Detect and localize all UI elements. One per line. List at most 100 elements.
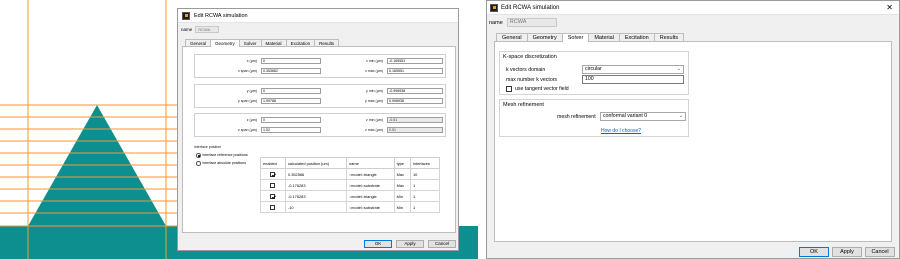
- use-tangent-vector-field-checkbox[interactable]: use tangent vector field: [506, 86, 569, 92]
- enabled-checkbox[interactable]: [270, 193, 276, 199]
- title-bar[interactable]: Edit RCWA simulation ✕: [487, 1, 899, 15]
- z-min-field: -0.51: [387, 117, 443, 123]
- name-field[interactable]: RCWA: [195, 26, 220, 33]
- checkbox-box: [506, 86, 512, 92]
- ok-button[interactable]: OK: [364, 240, 392, 248]
- cancel-button[interactable]: Cancel: [865, 247, 895, 257]
- kspace-section: K-space discretization k vectors domain …: [499, 51, 689, 95]
- x-max-label: x max (µm): [364, 69, 383, 73]
- apply-button[interactable]: Apply: [832, 247, 862, 257]
- radio-indicator: [196, 161, 201, 166]
- position-cell: -0.176283: [284, 179, 348, 191]
- z-max-label: z max (µm): [364, 128, 383, 132]
- table-row[interactable]: -0.176283 ::model::substrate Max 1: [260, 179, 441, 191]
- cancel-button[interactable]: Cancel: [428, 240, 456, 248]
- radio-interface-absolute[interactable]: interface absolute positions: [196, 161, 246, 166]
- table-row[interactable]: 0.352566 ::model::triangle Max 10: [260, 168, 441, 180]
- k-vectors-domain-select[interactable]: circular ⌄: [582, 65, 684, 74]
- mesh-refinement-label: mesh refinement: [557, 114, 596, 120]
- mesh-title: Mesh refinement: [503, 102, 544, 108]
- apply-button[interactable]: Apply: [396, 240, 424, 248]
- mesh-refinement-select[interactable]: conformal variant 0 ⌄: [600, 112, 686, 121]
- col-enabled[interactable]: enabled: [260, 157, 286, 169]
- x-group: x (µm) 0 x span (µm) 0.353662 x min (µm)…: [194, 54, 446, 78]
- tab-solver[interactable]: Solver: [561, 33, 590, 42]
- how-do-i-choose-link[interactable]: How do I choose?: [601, 128, 641, 134]
- title-bar[interactable]: Edit RCWA simulation: [178, 9, 458, 23]
- y-group: y (µm) 0 y span (µm) 1.99788 y min (µm) …: [194, 84, 446, 108]
- z-label: z (µm): [246, 118, 257, 122]
- desktop: Edit RCWA simulation name RCWA General G…: [0, 0, 900, 259]
- y-span-label: y span (µm): [237, 99, 257, 103]
- name-cell: ::model::substrate: [346, 201, 395, 213]
- y-min-field[interactable]: -0.998938: [387, 88, 443, 94]
- name-label: name: [489, 19, 503, 26]
- app-icon: [182, 11, 190, 20]
- interfaces-cell[interactable]: 1: [409, 201, 441, 213]
- k-vectors-domain-label: k vectors domain: [506, 67, 546, 73]
- z-group: z (µm) 0 z span (µm) 1.02 z min (µm) -0.…: [194, 113, 446, 137]
- type-cell: Max: [393, 168, 411, 180]
- col-calculated-position[interactable]: calculated position (um): [284, 157, 348, 169]
- enabled-checkbox[interactable]: [270, 171, 276, 177]
- x-field[interactable]: 0: [261, 58, 321, 64]
- table-row[interactable]: -0.176283 ::model::triangle Min 1: [260, 190, 441, 202]
- mesh-refinement-value: conformal variant 0: [603, 113, 648, 119]
- z-field[interactable]: 0: [261, 117, 321, 123]
- type-cell: Max: [393, 179, 411, 191]
- y-field[interactable]: 0: [261, 88, 321, 94]
- x-max-field[interactable]: 0.165551: [387, 68, 443, 74]
- close-icon[interactable]: ✕: [886, 1, 893, 15]
- name-field[interactable]: RCWA: [506, 18, 557, 27]
- name-row: name RCWA: [181, 26, 220, 33]
- name-cell: ::model::triangle: [346, 190, 395, 202]
- y-max-field[interactable]: 0.998938: [387, 98, 443, 104]
- col-name[interactable]: name: [346, 157, 395, 169]
- mesh-section: Mesh refinement mesh refinement conforma…: [499, 99, 689, 137]
- window-title: Edit RCWA simulation: [501, 4, 560, 11]
- enabled-checkbox[interactable]: [270, 204, 276, 210]
- position-cell: 0.352566: [284, 168, 348, 180]
- enabled-checkbox[interactable]: [270, 182, 276, 188]
- interfaces-cell[interactable]: 1: [409, 179, 441, 191]
- radio-label: interface absolute positions: [202, 161, 247, 166]
- chevron-down-icon: ⌄: [678, 113, 683, 119]
- edit-rcwa-dialog-geometry: Edit RCWA simulation name RCWA General G…: [177, 8, 459, 251]
- tab-geometry[interactable]: Geometry: [210, 39, 240, 47]
- z-max-field: 0.51: [387, 127, 443, 133]
- max-k-vectors-label: max number k vectors: [506, 77, 558, 83]
- y-label: y (µm): [246, 89, 257, 93]
- name-label: name: [181, 27, 193, 32]
- y-max-label: y max (µm): [364, 99, 383, 103]
- name-row: name RCWA: [489, 18, 557, 27]
- table-header-row: enabled calculated position (um) name ty…: [260, 157, 441, 169]
- x-span-label: x span (µm): [237, 69, 257, 73]
- x-span-field[interactable]: 0.353662: [261, 68, 321, 74]
- radio-label: interface reference positions: [202, 153, 248, 158]
- z-min-label: z min (µm): [365, 118, 383, 122]
- max-k-vectors-input[interactable]: 100: [582, 75, 684, 84]
- solver-panel: K-space discretization k vectors domain …: [494, 41, 892, 242]
- app-icon: [490, 3, 498, 12]
- checkbox-label: use tangent vector field: [515, 86, 569, 92]
- radio-interface-reference[interactable]: interface reference positions: [196, 153, 248, 158]
- interfaces-cell[interactable]: 1: [409, 190, 441, 202]
- radio-selected-indicator: [196, 153, 201, 158]
- y-span-field[interactable]: 1.99788: [261, 98, 321, 104]
- z-span-field[interactable]: 1.02: [261, 127, 321, 133]
- geometry-panel: x (µm) 0 x span (µm) 0.353662 x min (µm)…: [182, 46, 456, 233]
- chevron-down-icon: ⌄: [676, 66, 681, 72]
- col-type[interactable]: type: [393, 157, 411, 169]
- y-min-label: y min (µm): [365, 89, 383, 93]
- x-min-field[interactable]: -0.165551: [387, 58, 443, 64]
- window-title: Edit RCWA simulation: [194, 12, 248, 19]
- position-cell: -0.176283: [284, 190, 348, 202]
- type-cell: Min: [393, 201, 411, 213]
- edit-rcwa-dialog-solver: Edit RCWA simulation ✕ name RCWA General…: [486, 0, 900, 259]
- col-interfaces[interactable]: interfaces: [409, 157, 441, 169]
- interfaces-cell[interactable]: 10: [409, 168, 441, 180]
- interface-position-title: interface position: [194, 145, 222, 149]
- table-row[interactable]: -10 ::model::substrate Min 1: [260, 201, 441, 213]
- name-cell: ::model::substrate: [346, 179, 395, 191]
- ok-button[interactable]: OK: [799, 247, 829, 257]
